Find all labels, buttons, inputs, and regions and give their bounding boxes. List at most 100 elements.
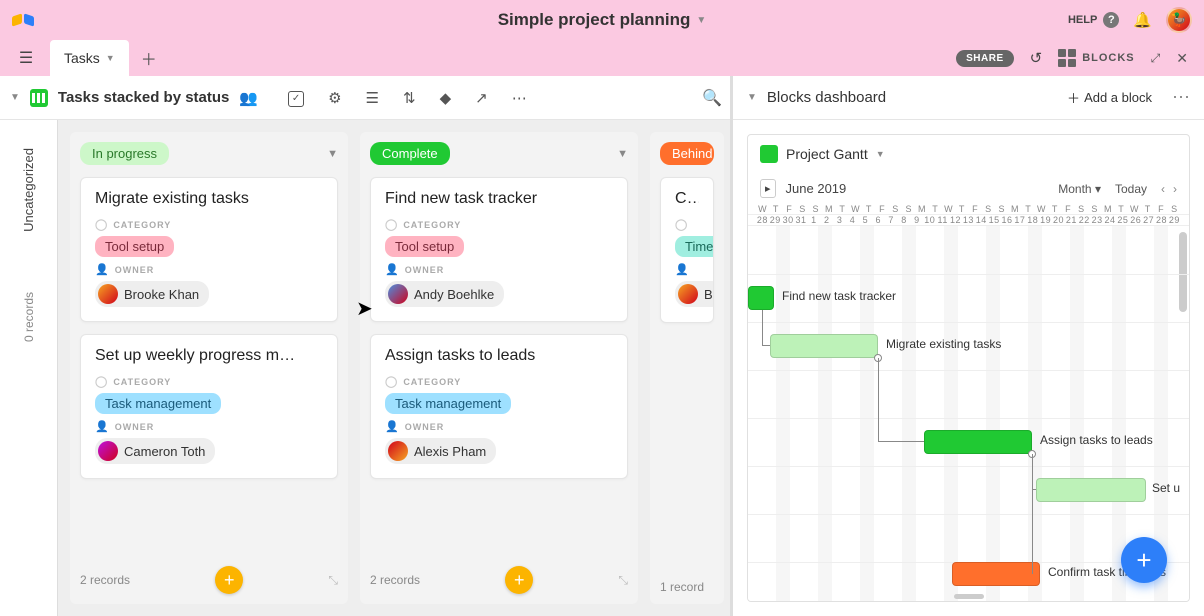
view-bar: ▼ Tasks stacked by status 👥 ✓ ⚙ ☰ ⇅ ◆ ↗ … (0, 76, 732, 120)
task-card[interactable]: Conf ◯ Time 👤 B (660, 177, 714, 323)
gantt-bar-label: Migrate existing tasks (886, 337, 1001, 351)
history-icon[interactable]: ↺ (1030, 49, 1043, 67)
gantt-scrollbar[interactable] (1179, 232, 1187, 312)
collaborators-icon[interactable]: 👥 (239, 89, 258, 107)
owner-avatar (98, 284, 118, 304)
uncategorized-count: 0 records (22, 292, 36, 342)
person-icon: 👤 (95, 263, 110, 276)
zoom-select[interactable]: Month ▾ (1058, 182, 1101, 196)
close-icon[interactable]: ✕ (1176, 50, 1188, 67)
owner-pill: Brooke Khan (95, 281, 209, 307)
blocks-title: Blocks dashboard (767, 89, 886, 106)
sidebar-toggle-icon[interactable]: ▸ (760, 179, 776, 198)
pane-divider[interactable] (730, 76, 733, 616)
filter-icon[interactable]: ☰ (366, 89, 379, 107)
add-block-button[interactable]: ＋ Add a block (1067, 88, 1152, 107)
app-logo[interactable] (12, 11, 36, 29)
kanban-pane: ▼ Tasks stacked by status 👥 ✓ ⚙ ☰ ⇅ ◆ ↗ … (0, 76, 732, 616)
tab-label: Tasks (64, 50, 100, 66)
task-card[interactable]: Set up weekly progress m… ◯CATEGORY Task… (80, 334, 338, 479)
base-title[interactable]: Simple project planning ▼ (498, 10, 707, 30)
add-tab-button[interactable]: ＋ (137, 40, 161, 76)
gantt-bar-label: Set u (1152, 481, 1180, 495)
caret-down-icon: ▼ (106, 53, 115, 63)
column-in-progress: In progress ▼ Migrate existing tasks ◯CA… (70, 132, 348, 604)
owner-pill: Cameron Toth (95, 438, 215, 464)
color-icon[interactable]: ◆ (440, 89, 452, 107)
person-icon: 👤 (385, 263, 400, 276)
user-avatar[interactable]: 🦆 (1166, 7, 1192, 33)
status-pill[interactable]: Behind (660, 142, 714, 165)
next-icon[interactable]: › (1173, 182, 1177, 196)
share-view-icon[interactable]: ↗ (475, 89, 488, 107)
card-title: Find new task tracker (385, 190, 613, 208)
today-button[interactable]: Today (1115, 182, 1147, 196)
column-menu-icon[interactable]: ▼ (327, 148, 338, 160)
expand-icon[interactable]: ⤢ (1151, 51, 1161, 66)
blocks-icon (1058, 49, 1076, 67)
ring-icon: ◯ (95, 218, 108, 231)
ring-icon: ◯ (385, 218, 398, 231)
gantt-bar[interactable] (952, 562, 1040, 586)
blocks-pane: ▼ Blocks dashboard ＋ Add a block ⋯ Proje… (732, 76, 1204, 616)
category-tag: Tool setup (385, 236, 464, 257)
blocks-more-icon[interactable]: ⋯ (1172, 87, 1190, 108)
add-card-button[interactable]: + (505, 566, 533, 594)
top-bar: Simple project planning ▼ HELP ? 🔔 🦆 (0, 0, 1204, 40)
owner-avatar (388, 284, 408, 304)
gantt-bar[interactable] (770, 334, 878, 358)
category-tag: Tool setup (95, 236, 174, 257)
caret-down-icon[interactable]: ▼ (747, 92, 757, 103)
kanban-icon (30, 89, 48, 107)
ring-icon: ◯ (385, 375, 398, 388)
uncategorized-column[interactable]: Uncategorized 0 records (0, 120, 58, 616)
blocks-header: ▼ Blocks dashboard ＋ Add a block ⋯ (733, 76, 1204, 120)
task-card[interactable]: Assign tasks to leads ◯CATEGORY Task man… (370, 334, 628, 479)
category-tag: Task management (95, 393, 221, 414)
block-title-row[interactable]: Project Gantt ▼ (748, 135, 1189, 173)
resize-handle[interactable] (954, 594, 984, 599)
gantt-bar[interactable] (924, 430, 1032, 454)
help-button[interactable]: HELP ? (1068, 12, 1119, 28)
prev-icon[interactable]: ‹ (1161, 182, 1165, 196)
collapse-icon[interactable]: ⤡ (328, 573, 338, 588)
column-complete: Complete ▼ Find new task tracker ◯CATEGO… (360, 132, 638, 604)
more-icon[interactable]: ⋯ (512, 89, 527, 107)
person-icon: 👤 (385, 420, 400, 433)
owner-pill: Alexis Pham (385, 438, 496, 464)
view-caret-icon[interactable]: ▼ (10, 92, 20, 103)
gantt-bar[interactable] (1036, 478, 1146, 502)
menu-icon[interactable]: ☰ (10, 40, 42, 76)
add-gantt-item-button[interactable]: + (1121, 537, 1167, 583)
status-pill[interactable]: In progress (80, 142, 169, 165)
owner-avatar (98, 441, 118, 461)
task-card[interactable]: Find new task tracker ◯CATEGORY Tool set… (370, 177, 628, 322)
gantt-toolbar: ▸ June 2019 Month ▾ Today ‹ › (748, 173, 1189, 204)
sort-icon[interactable]: ⇅ (403, 89, 416, 107)
gantt-month: June 2019 (786, 181, 847, 196)
add-card-button[interactable]: + (215, 566, 243, 594)
card-title: Migrate existing tasks (95, 190, 323, 208)
card-title: Set up weekly progress m… (95, 347, 323, 365)
status-pill[interactable]: Complete (370, 142, 450, 165)
share-button[interactable]: SHARE (956, 50, 1014, 67)
record-count: 2 records (370, 573, 420, 587)
task-card[interactable]: Migrate existing tasks ◯CATEGORY Tool se… (80, 177, 338, 322)
gantt-bar-label: Find new task tracker (782, 289, 896, 303)
card-title: Assign tasks to leads (385, 347, 613, 365)
block-name: Project Gantt (786, 146, 868, 162)
help-label: HELP (1068, 14, 1097, 26)
collapse-icon[interactable]: ⤡ (618, 573, 628, 588)
checkbox-tool-icon[interactable]: ✓ (288, 88, 304, 107)
search-icon[interactable]: 🔍 (702, 88, 722, 108)
gantt-bar[interactable] (748, 286, 774, 310)
notifications-icon[interactable]: 🔔 (1133, 11, 1152, 29)
view-name[interactable]: Tasks stacked by status (58, 89, 229, 106)
blocks-text: BLOCKS (1082, 52, 1134, 64)
settings-icon[interactable]: ⚙ (328, 89, 341, 107)
blocks-toggle[interactable]: BLOCKS (1058, 49, 1134, 67)
tab-bar: ☰ Tasks ▼ ＋ SHARE ↺ BLOCKS ⤢ ✕ (0, 40, 1204, 76)
tab-tasks[interactable]: Tasks ▼ (50, 40, 129, 76)
column-menu-icon[interactable]: ▼ (617, 148, 628, 160)
gantt-chart[interactable]: Find new task tracker Migrate existing t… (748, 226, 1189, 601)
